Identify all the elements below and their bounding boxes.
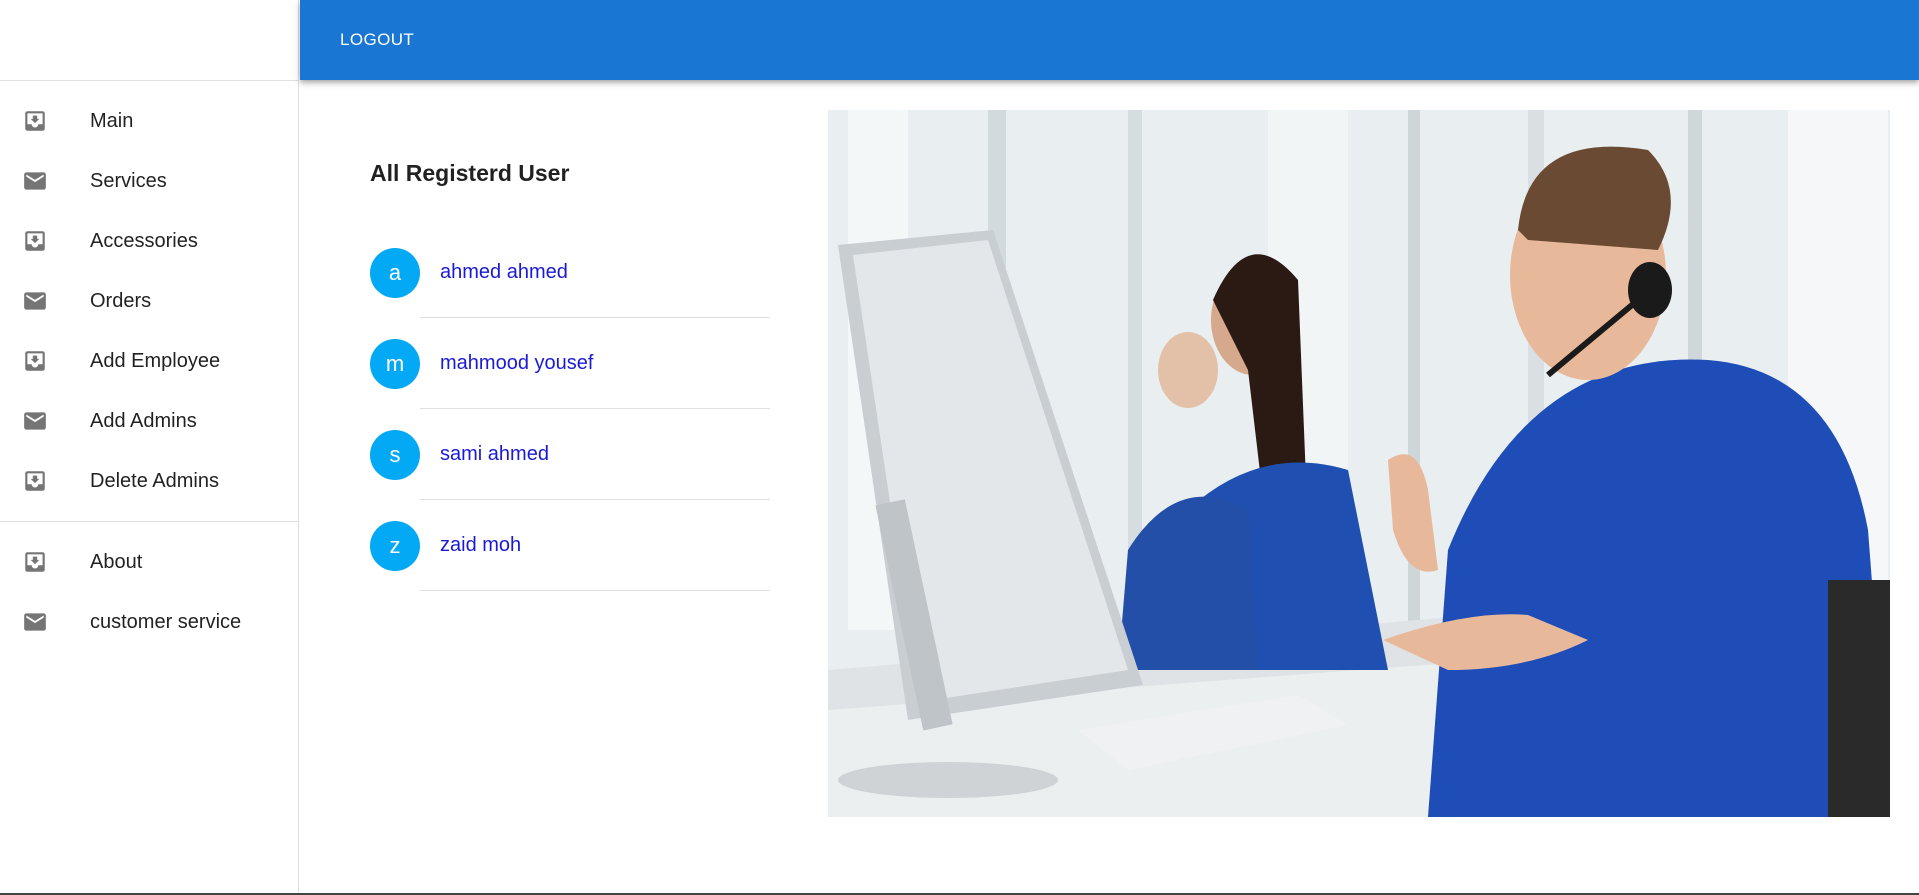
user-name-link[interactable]: mahmood yousef xyxy=(440,352,593,375)
sidebar-item-label: Services xyxy=(90,169,167,192)
user-name-link[interactable]: zaid moh xyxy=(440,534,521,557)
sidebar-item-label: Orders xyxy=(90,289,152,312)
sidebar-item-label: Accessories xyxy=(90,229,198,252)
mail-icon xyxy=(22,609,48,635)
sidebar-drawer: Main Services Accessories Orders Add Emp… xyxy=(0,0,299,895)
sidebar-item-label: Delete Admins xyxy=(90,469,219,492)
logout-button[interactable]: LOGOUT xyxy=(328,20,426,60)
move-to-inbox-icon xyxy=(22,348,48,374)
sidebar-item-services[interactable]: Services xyxy=(0,151,298,211)
user-list-item[interactable]: m mahmood yousef xyxy=(370,318,770,409)
sidebar-item-label: Main xyxy=(90,109,134,132)
sidebar-item-about[interactable]: About xyxy=(0,532,298,592)
avatar: a xyxy=(370,247,420,298)
sidebar-item-orders[interactable]: Orders xyxy=(0,271,298,331)
customer-service-photo xyxy=(828,110,1890,817)
sidebar-item-add-employee[interactable]: Add Employee xyxy=(0,331,298,391)
sidebar-item-delete-admins[interactable]: Delete Admins xyxy=(0,451,298,511)
sidebar-item-main[interactable]: Main xyxy=(0,91,298,151)
avatar: s xyxy=(370,429,420,480)
app-bar: LOGOUT xyxy=(300,0,1919,80)
user-list-item[interactable]: z zaid moh xyxy=(370,500,770,591)
move-to-inbox-icon xyxy=(22,468,48,494)
sidebar-main-list: Main Services Accessories Orders Add Emp… xyxy=(0,81,298,511)
user-name-link[interactable]: ahmed ahmed xyxy=(440,261,568,284)
sidebar-item-customer-service[interactable]: customer service xyxy=(0,592,298,652)
sidebar-item-accessories[interactable]: Accessories xyxy=(0,211,298,271)
sidebar-item-label: About xyxy=(90,550,143,573)
avatar: z xyxy=(370,520,420,571)
mail-icon xyxy=(22,408,48,434)
users-title: All Registerd User xyxy=(370,160,570,186)
mail-icon xyxy=(22,168,48,194)
sidebar-secondary-list: About customer service xyxy=(0,532,298,652)
sidebar-item-label: customer service xyxy=(90,610,242,633)
user-list-item[interactable]: a ahmed ahmed xyxy=(370,227,770,318)
sidebar-item-add-admins[interactable]: Add Admins xyxy=(0,391,298,451)
move-to-inbox-icon xyxy=(22,228,48,254)
sidebar-item-label: Add Employee xyxy=(90,349,221,372)
sidebar-header xyxy=(0,0,298,81)
move-to-inbox-icon xyxy=(22,108,48,134)
user-list-item[interactable]: s sami ahmed xyxy=(370,409,770,500)
mail-icon xyxy=(22,288,48,314)
move-to-inbox-icon xyxy=(22,549,48,575)
sidebar-divider xyxy=(0,521,298,522)
sidebar-item-label: Add Admins xyxy=(90,409,197,432)
registered-users-panel: All Registerd User a ahmed ahmed m mahmo… xyxy=(370,160,770,591)
user-name-link[interactable]: sami ahmed xyxy=(440,443,549,466)
avatar: m xyxy=(370,338,420,389)
photo-illustration xyxy=(828,110,1890,817)
